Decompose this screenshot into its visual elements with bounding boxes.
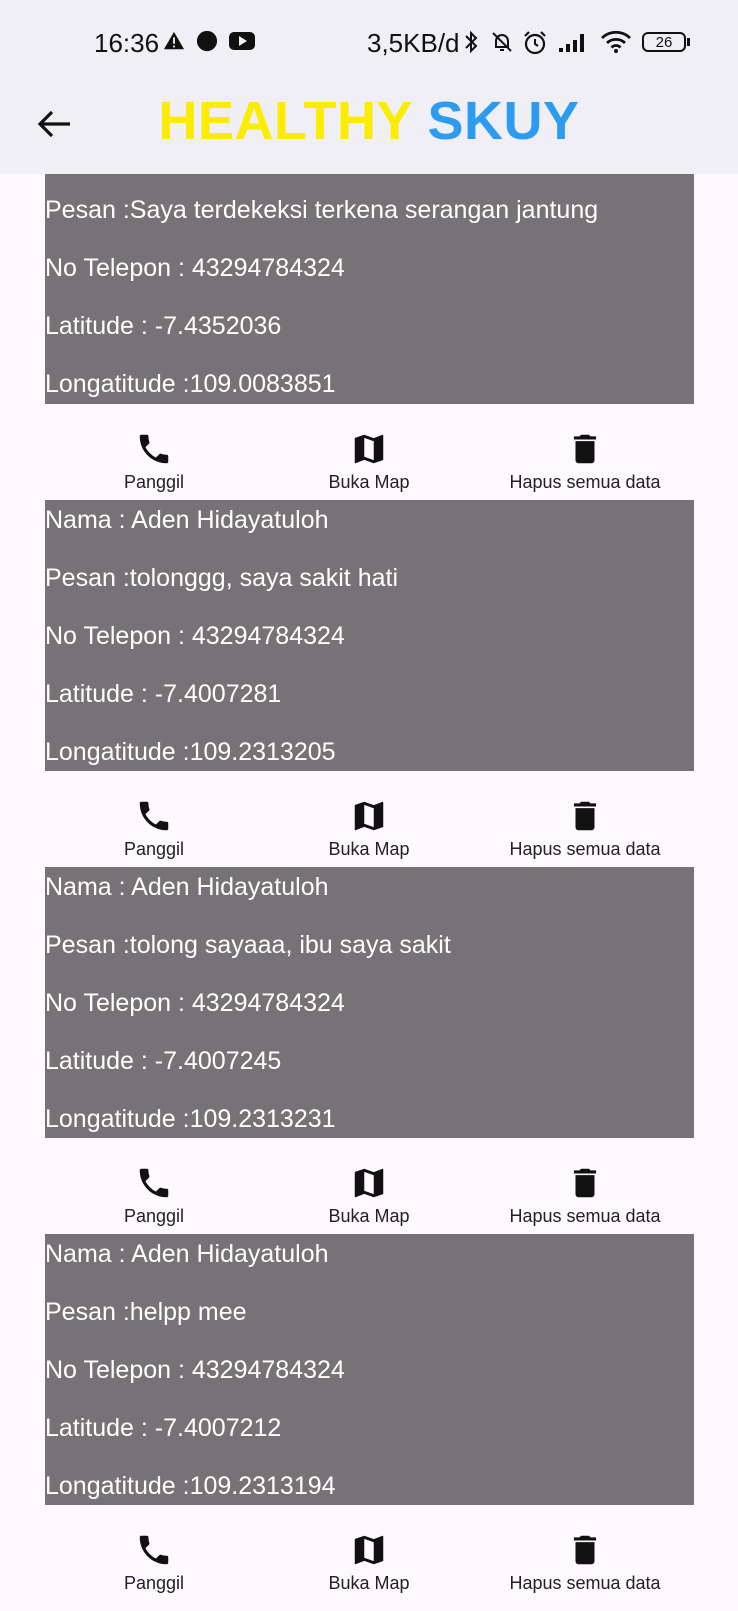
call-label: Panggil bbox=[123, 1573, 185, 1593]
delete-all-label: Hapus semua data bbox=[509, 1206, 661, 1226]
map-icon bbox=[354, 1535, 384, 1565]
report-actions: Panggil Buka Map Hapus semua data bbox=[0, 1531, 738, 1611]
signal-icon bbox=[559, 34, 584, 52]
status-bar: 16:36 3,5KB/d 26 bbox=[0, 0, 738, 88]
map-icon bbox=[354, 434, 384, 464]
report-name: Nama : Aden Hidayatuloh bbox=[45, 873, 329, 901]
call-label: Panggil bbox=[123, 839, 185, 859]
dot-icon bbox=[196, 30, 218, 52]
battery-icon: 26 bbox=[642, 32, 686, 52]
battery-level: 26 bbox=[655, 34, 673, 51]
report-latitude: Latitude : -7.4352036 bbox=[45, 312, 282, 340]
report-actions: Panggil Buka Map Hapus semua data bbox=[0, 797, 738, 877]
app-title: HEALTHY SKUY bbox=[0, 90, 738, 152]
bell-off-icon bbox=[492, 32, 512, 52]
alarm-icon bbox=[524, 31, 546, 55]
phone-icon bbox=[139, 801, 169, 831]
delete-all-label: Hapus semua data bbox=[509, 839, 661, 859]
report-message: Pesan :Saya terdekeksi terkena serangan … bbox=[45, 196, 599, 224]
status-time: 16:36 bbox=[94, 28, 160, 58]
phone-icon bbox=[139, 434, 169, 464]
delete-all-button[interactable]: Hapus semua data bbox=[500, 430, 670, 493]
call-label: Panggil bbox=[123, 1206, 185, 1226]
battery-tip bbox=[687, 38, 690, 46]
report-message: Pesan :tolong sayaaa, ibu saya sakit bbox=[45, 931, 451, 959]
open-map-label: Buka Map bbox=[328, 1573, 410, 1593]
report-message: Pesan :helpp mee bbox=[45, 1298, 247, 1326]
phone-icon bbox=[139, 1168, 169, 1198]
call-label: Panggil bbox=[123, 472, 185, 492]
network-speed: 3,5KB/d bbox=[367, 28, 460, 58]
open-map-button[interactable]: Buka Map bbox=[309, 1531, 429, 1594]
delete-all-label: Hapus semua data bbox=[509, 1573, 661, 1593]
report-latitude: Latitude : -7.4007245 bbox=[45, 1047, 282, 1075]
report-message: Pesan :tolonggg, saya sakit hati bbox=[45, 564, 399, 592]
map-icon bbox=[354, 1168, 384, 1198]
phone-icon bbox=[139, 1535, 169, 1565]
open-map-label: Buka Map bbox=[328, 1206, 410, 1226]
delete-all-button[interactable]: Hapus semua data bbox=[500, 1531, 670, 1594]
open-map-button[interactable]: Buka Map bbox=[309, 1164, 429, 1227]
trash-icon bbox=[573, 1168, 597, 1198]
report-phone: No Telepon : 43294784324 bbox=[45, 622, 345, 650]
trash-icon bbox=[573, 801, 597, 831]
app-title-skuy: SKUY bbox=[427, 91, 580, 151]
open-map-button[interactable]: Buka Map bbox=[309, 797, 429, 860]
delete-all-label: Hapus semua data bbox=[509, 472, 661, 492]
report-latitude: Latitude : -7.4007281 bbox=[45, 680, 282, 708]
report-name: Nama : Aden Hidayatuloh bbox=[45, 1240, 329, 1268]
report-card: Pesan :Saya terdekeksi terkena serangan … bbox=[45, 174, 694, 404]
report-latitude: Latitude : -7.4007212 bbox=[45, 1414, 282, 1442]
delete-all-button[interactable]: Hapus semua data bbox=[500, 1164, 670, 1227]
trash-icon bbox=[573, 434, 597, 464]
report-card: Nama : Aden Hidayatuloh Pesan :tolonggg,… bbox=[45, 500, 694, 771]
call-button[interactable]: Panggil bbox=[104, 1531, 204, 1594]
report-phone: No Telepon : 43294784324 bbox=[45, 989, 345, 1017]
bluetooth-icon bbox=[465, 30, 478, 54]
wifi-icon bbox=[601, 30, 631, 53]
report-actions: Panggil Buka Map Hapus semua data bbox=[0, 1164, 738, 1244]
open-map-button[interactable]: Buka Map bbox=[309, 430, 429, 493]
map-icon bbox=[354, 801, 384, 831]
report-phone: No Telepon : 43294784324 bbox=[45, 254, 345, 282]
delete-all-button[interactable]: Hapus semua data bbox=[500, 797, 670, 860]
report-longitude: Longatitude :109.2313205 bbox=[45, 738, 336, 766]
warning-icon bbox=[163, 31, 185, 50]
open-map-label: Buka Map bbox=[328, 839, 410, 859]
app-title-healthy: HEALTHY bbox=[158, 91, 412, 151]
open-map-label: Buka Map bbox=[328, 472, 410, 492]
call-button[interactable]: Panggil bbox=[104, 797, 204, 860]
report-phone: No Telepon : 43294784324 bbox=[45, 1356, 345, 1384]
report-name: Nama : Aden Hidayatuloh bbox=[45, 506, 329, 534]
call-button[interactable]: Panggil bbox=[104, 1164, 204, 1227]
report-actions: Panggil Buka Map Hapus semua data bbox=[0, 430, 738, 510]
trash-icon bbox=[573, 1535, 597, 1565]
youtube-icon bbox=[229, 32, 255, 50]
report-card: Nama : Aden Hidayatuloh Pesan :helpp mee… bbox=[45, 1234, 694, 1505]
call-button[interactable]: Panggil bbox=[104, 430, 204, 493]
report-card: Nama : Aden Hidayatuloh Pesan :tolong sa… bbox=[45, 867, 694, 1138]
report-longitude: Longatitude :109.0083851 bbox=[45, 370, 336, 398]
report-longitude: Longatitude :109.2313231 bbox=[45, 1105, 336, 1133]
report-longitude: Longatitude :109.2313194 bbox=[45, 1472, 336, 1500]
